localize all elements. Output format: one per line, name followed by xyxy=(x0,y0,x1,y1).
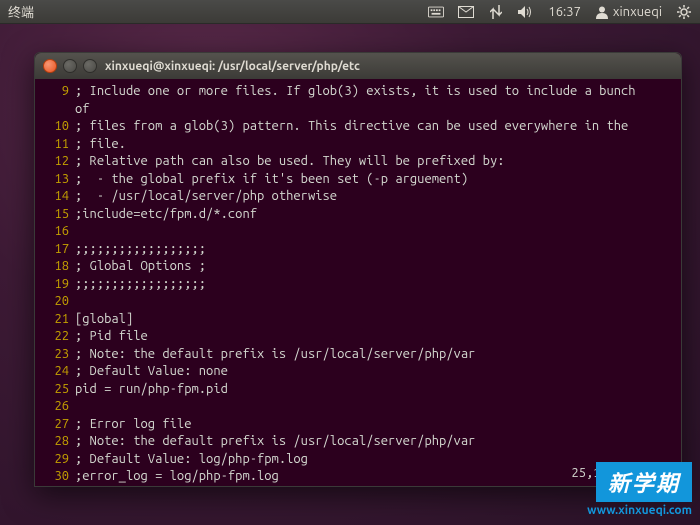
line-number: 10 xyxy=(41,118,69,136)
editor-line: 16 xyxy=(41,223,675,241)
line-number: 19 xyxy=(41,276,69,294)
line-number: 25 xyxy=(41,381,69,399)
line-number: 9 xyxy=(41,83,69,101)
line-text: ; Pid file xyxy=(75,328,148,346)
line-text: ; Relative path can also be used. They w… xyxy=(75,153,505,171)
line-text: [global] xyxy=(75,311,133,329)
volume-icon[interactable] xyxy=(518,4,534,20)
gear-icon[interactable] xyxy=(676,4,692,20)
line-number: 27 xyxy=(41,416,69,434)
line-text: ; Default Value: none xyxy=(75,363,228,381)
line-text: of xyxy=(75,101,90,119)
minimize-button[interactable] xyxy=(63,59,77,73)
line-text: ; - the global prefix if it's been set (… xyxy=(75,171,468,189)
line-text: ; - /usr/local/server/php otherwise xyxy=(75,188,337,206)
line-number: 22 xyxy=(41,328,69,346)
line-number: 12 xyxy=(41,153,69,171)
line-text: ;;;;;;;;;;;;;;;;;; xyxy=(75,276,206,294)
system-menubar: 终端 16:37 xinxueqi xyxy=(0,0,700,24)
line-number: 18 xyxy=(41,258,69,276)
editor-line: 19;;;;;;;;;;;;;;;;;; xyxy=(41,276,675,294)
username-label: xinxueqi xyxy=(613,5,662,19)
editor-line: 18 ; Global Options ; xyxy=(41,258,675,276)
editor-line: 24 ; Default Value: none xyxy=(41,363,675,381)
line-text: ; file. xyxy=(75,136,126,154)
terminal-body[interactable]: 9 ; Include one or more files. If glob(3)… xyxy=(35,79,681,486)
line-number: 26 xyxy=(41,398,69,416)
keyboard-icon[interactable] xyxy=(428,4,444,20)
editor-line: 27 ; Error log file xyxy=(41,416,675,434)
editor-line: 11 ; file. xyxy=(41,136,675,154)
line-number: 16 xyxy=(41,223,69,241)
editor-line: 21 [global] xyxy=(41,311,675,329)
line-number: 15 xyxy=(41,206,69,224)
user-menu[interactable]: xinxueqi xyxy=(595,5,662,19)
window-titlebar[interactable]: xinxueqi@xinxueqi: /usr/local/server/php… xyxy=(35,53,681,79)
mail-icon[interactable] xyxy=(458,4,474,20)
line-number xyxy=(41,101,69,119)
line-text: ; Note: the default prefix is /usr/local… xyxy=(75,346,475,364)
line-text: ; files from a glob(3) pattern. This dir… xyxy=(75,118,628,136)
line-text: ; Global Options ; xyxy=(75,258,206,276)
editor-line: 25 pid = run/php-fpm.pid xyxy=(41,381,675,399)
line-text: pid = run/php-fpm.pid xyxy=(75,381,228,399)
user-icon xyxy=(595,5,609,19)
editor-line: 15 ;include=etc/fpm.d/*.conf xyxy=(41,206,675,224)
app-menu-label[interactable]: 终端 xyxy=(8,6,34,20)
line-number: 13 xyxy=(41,171,69,189)
watermark: 新学期 www.xinxueqi.com xyxy=(587,462,692,517)
line-number: 23 xyxy=(41,346,69,364)
editor-line: 14 ; - /usr/local/server/php otherwise xyxy=(41,188,675,206)
line-number: 14 xyxy=(41,188,69,206)
clock-time[interactable]: 16:37 xyxy=(548,5,581,19)
maximize-button[interactable] xyxy=(83,59,97,73)
editor-line: 10 ; files from a glob(3) pattern. This d… xyxy=(41,118,675,136)
editor-line: of xyxy=(41,101,675,119)
line-number: 28 xyxy=(41,433,69,451)
line-text: ;include=etc/fpm.d/*.conf xyxy=(75,206,257,224)
editor-line: 28 ; Note: the default prefix is /usr/loc… xyxy=(41,433,675,451)
line-text: ;;;;;;;;;;;;;;;;;; xyxy=(75,241,206,259)
terminal-window: xinxueqi@xinxueqi: /usr/local/server/php… xyxy=(34,52,682,487)
watermark-url: www.xinxueqi.com xyxy=(587,504,692,517)
close-button[interactable] xyxy=(43,59,57,73)
editor-line: 9 ; Include one or more files. If glob(3)… xyxy=(41,83,675,101)
line-number: 17 xyxy=(41,241,69,259)
line-number: 21 xyxy=(41,311,69,329)
line-number: 24 xyxy=(41,363,69,381)
line-number: 20 xyxy=(41,293,69,311)
vim-status-line: 25,1 2% xyxy=(41,465,675,483)
editor-line: 23 ; Note: the default prefix is /usr/loc… xyxy=(41,346,675,364)
editor-line: 17;;;;;;;;;;;;;;;;;; xyxy=(41,241,675,259)
watermark-badge: 新学期 xyxy=(596,462,692,502)
line-number: 11 xyxy=(41,136,69,154)
line-text: ; Include one or more files. If glob(3) … xyxy=(75,83,643,101)
line-text: ; Error log file xyxy=(75,416,191,434)
editor-line: 26 xyxy=(41,398,675,416)
line-text: ; Note: the default prefix is /usr/local… xyxy=(75,433,475,451)
editor-line: 12 ; Relative path can also be used. They… xyxy=(41,153,675,171)
editor-line: 13 ; - the global prefix if it's been set… xyxy=(41,171,675,189)
editor-line: 20 xyxy=(41,293,675,311)
window-title: xinxueqi@xinxueqi: /usr/local/server/php… xyxy=(105,60,360,73)
editor-line: 22 ; Pid file xyxy=(41,328,675,346)
network-icon[interactable] xyxy=(488,4,504,20)
